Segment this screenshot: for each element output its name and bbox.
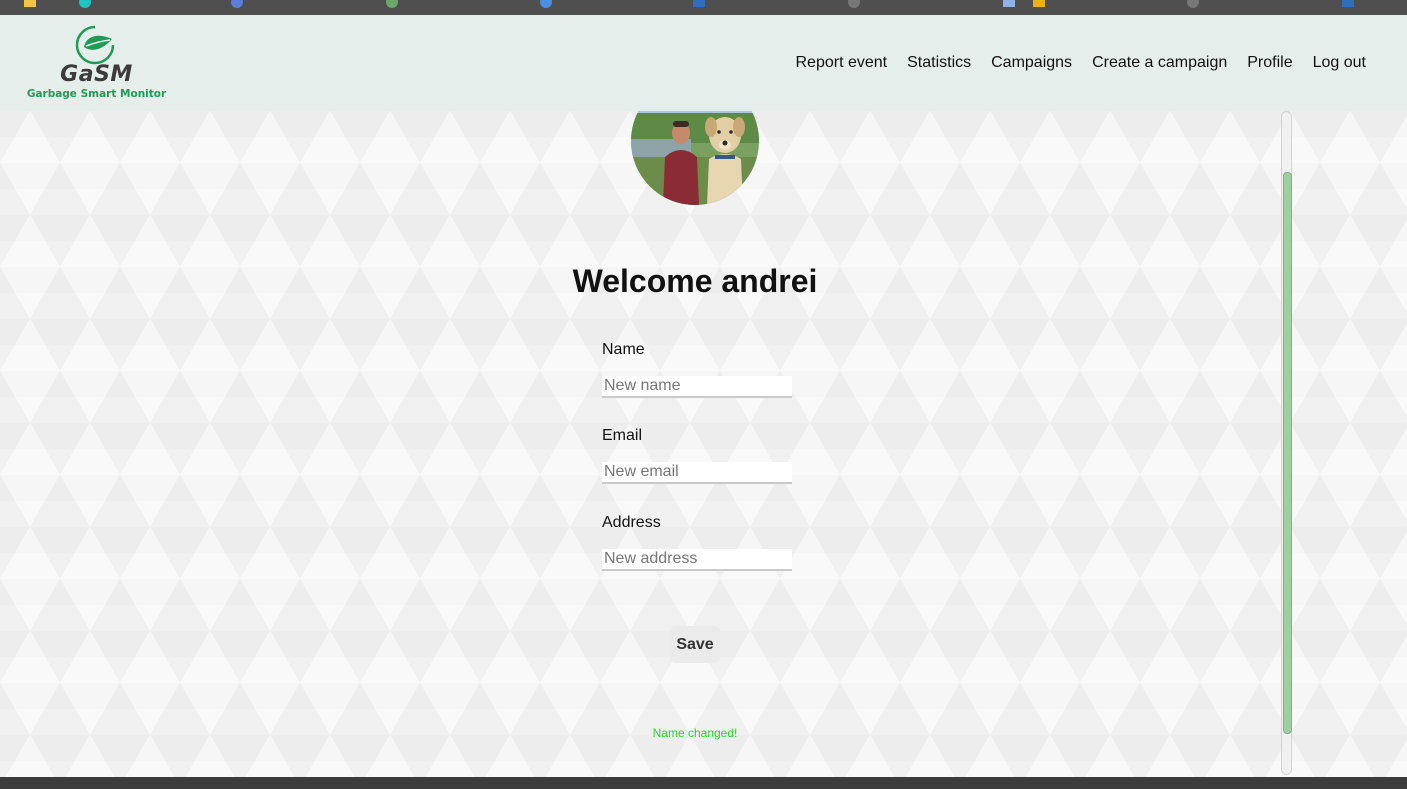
page-title: Welcome andrei [572, 263, 818, 299]
address-label: Address [602, 514, 661, 531]
nav-report-event[interactable]: Report event [796, 52, 888, 74]
name-label: Name [602, 341, 645, 358]
bookmark-icon[interactable] [386, 0, 398, 8]
bookmark-icon[interactable] [79, 0, 91, 8]
leaf-circle-icon [75, 25, 115, 65]
save-button[interactable]: Save [670, 626, 720, 663]
nav-statistics[interactable]: Statistics [907, 52, 971, 74]
status-message: Name changed! [652, 726, 738, 740]
bookmark-icon[interactable] [1187, 0, 1199, 8]
bookmark-icon[interactable] [848, 0, 860, 8]
scrollbar[interactable] [1281, 111, 1292, 775]
email-label: Email [602, 427, 643, 444]
nav-create-campaign[interactable]: Create a campaign [1092, 52, 1227, 74]
logo-title: GaSM [60, 62, 133, 87]
bottom-bar [0, 777, 1407, 789]
bookmark-icon[interactable] [231, 0, 243, 8]
name-field[interactable] [602, 376, 792, 398]
profile-page: Welcome andrei Name Email Address Save N… [0, 111, 1407, 777]
bookmark-icon[interactable] [1342, 0, 1354, 7]
nav-profile[interactable]: Profile [1247, 52, 1292, 74]
nav-log-out[interactable]: Log out [1313, 52, 1366, 74]
main-nav: Report event Statistics Campaigns Create… [796, 52, 1367, 74]
logo-subtitle: Garbage Smart Monitor [26, 88, 167, 100]
avatar [631, 111, 759, 205]
address-field[interactable] [602, 549, 792, 571]
email-field[interactable] [602, 462, 792, 484]
bookmark-icon[interactable] [1033, 0, 1045, 7]
user-avatar-photo [631, 111, 759, 205]
bookmark-icon[interactable] [693, 0, 705, 7]
site-header: GaSM Garbage Smart Monitor Report event … [0, 15, 1407, 111]
site-logo[interactable]: GaSM Garbage Smart Monitor [24, 23, 169, 105]
bookmark-icon[interactable] [24, 0, 36, 7]
bookmark-icon[interactable] [540, 0, 552, 8]
bookmark-icon[interactable] [1003, 0, 1015, 7]
nav-campaigns[interactable]: Campaigns [991, 52, 1072, 74]
scrollbar-thumb[interactable] [1283, 172, 1292, 734]
browser-bookmarks-bar [0, 0, 1407, 15]
